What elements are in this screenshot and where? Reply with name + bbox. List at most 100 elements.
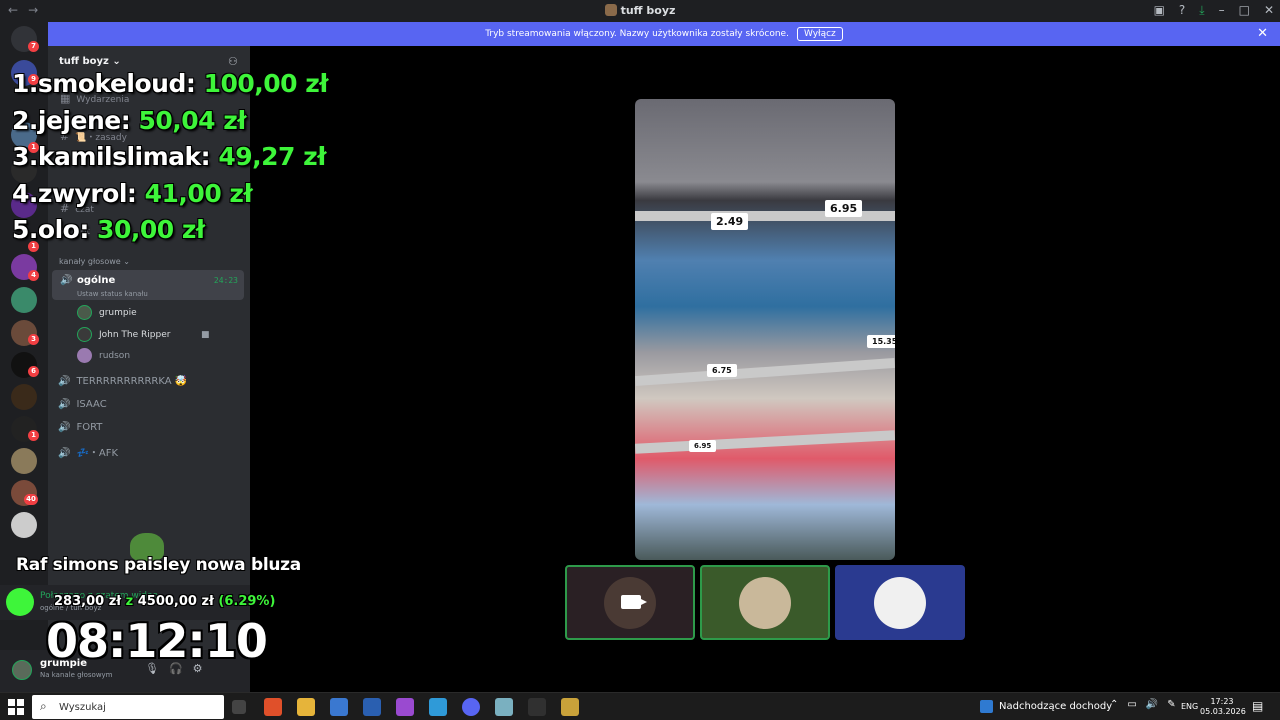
leaderboard-row: 5.olo: 30,00 zł — [12, 212, 328, 249]
language-indicator[interactable]: ENG — [1181, 702, 1198, 711]
voice-channel[interactable]: 🔊 FORT — [58, 422, 102, 433]
leaderboard-row: 2.jejene: 50,04 zł — [12, 103, 328, 140]
rank: 5. — [12, 215, 38, 244]
taskbar-app-icon[interactable] — [561, 698, 579, 716]
server-icon[interactable] — [11, 287, 37, 313]
voice-channel[interactable]: 🔊 ISAAC — [58, 399, 107, 410]
pen-icon[interactable]: ✎ — [1167, 699, 1175, 710]
leaderboard-row: 3.kamilslimak: 49,27 zł — [12, 139, 328, 176]
user-name: grumpie — [99, 307, 137, 318]
voice-user[interactable]: grumpie — [77, 305, 137, 320]
goal-title: Raf simons paisley nowa bluza — [16, 555, 301, 575]
taskbar-app-icon[interactable] — [396, 698, 414, 716]
donor: olo: — [37, 215, 89, 244]
price-tag: 6.95 — [689, 440, 717, 452]
badge: 1 — [28, 430, 39, 441]
video-tile[interactable] — [565, 565, 695, 640]
search-placeholder: Wyszukaj — [59, 702, 106, 713]
notification-icon[interactable]: ▤ — [1252, 699, 1263, 713]
window-title-text: tuff boyz — [620, 4, 676, 17]
minimize-icon[interactable]: – — [1219, 3, 1225, 18]
taskbar-app-icon[interactable] — [264, 698, 282, 716]
windows-taskbar: ⌕ Wyszukaj Nadchodzące dochody ⌃ ▭ 🔊 ✎ E… — [0, 692, 1280, 720]
connection-icon — [6, 588, 34, 616]
volume-icon[interactable]: 🔊 — [1146, 699, 1158, 710]
rank: 1. — [12, 69, 38, 98]
badge: 40 — [24, 494, 38, 505]
badge: 3 — [28, 334, 39, 345]
taskbar-app-icon[interactable] — [495, 698, 513, 716]
donor: jejene: — [37, 105, 131, 135]
speaker-icon: 🔊 — [58, 448, 71, 459]
avatar — [77, 327, 92, 342]
taskbar-app-icon[interactable] — [363, 698, 381, 716]
close-banner-icon[interactable]: ✕ — [1257, 26, 1268, 41]
donor: zwyrol: — [37, 178, 137, 208]
news-text: Nadchodzące dochody — [999, 701, 1113, 712]
amount: 41,00 zł — [144, 178, 253, 208]
taskbar-clock[interactable]: 17:23 05.03.2026 — [1200, 697, 1246, 717]
donor: kamilslimak: — [37, 142, 211, 171]
donor: smokeloud: — [37, 69, 196, 98]
user-panel-status: Na kanale głosowym — [40, 671, 113, 679]
goal-progress: 283,00 zł z 4500,00 zł (6.29%) — [54, 594, 275, 609]
voice-channel[interactable]: 🔊 TERRRRRRRRRRKA 🤯 — [58, 376, 187, 387]
camera-icon — [621, 595, 647, 609]
title-bar: ← → tuff boyz ▣ ? ⤓ – □ ✕ — [0, 0, 1280, 22]
price-tag: 15.35 — [867, 335, 895, 348]
badge: 6 — [28, 366, 39, 377]
news-widget[interactable]: Nadchodzące dochody — [980, 700, 1112, 713]
taskbar-app-icon[interactable] — [429, 698, 447, 716]
badge: 4 — [28, 270, 39, 281]
search-icon: ⌕ — [40, 699, 47, 713]
server-icon[interactable] — [11, 384, 37, 410]
channel-status[interactable]: Ustaw status kanału — [77, 290, 148, 298]
voice-user[interactable]: rudson — [77, 348, 130, 363]
network-icon[interactable]: ▭ — [1127, 699, 1136, 710]
donation-leaderboard: 1.smokeloud: 100,00 zł 2.jejene: 50,04 z… — [12, 66, 329, 249]
windows-start-icon[interactable] — [8, 699, 24, 715]
server-icon[interactable] — [11, 448, 37, 474]
main-video-stream[interactable]: 2.49 6.95 15.35 6.75 6.95 — [635, 99, 895, 560]
inbox-icon[interactable]: ▣ — [1154, 3, 1165, 18]
task-view-icon[interactable] — [232, 700, 246, 714]
help-icon[interactable]: ? — [1179, 3, 1185, 18]
maximize-icon[interactable]: □ — [1239, 3, 1250, 18]
amount: 100,00 zł — [203, 69, 329, 98]
speaker-icon: 🔊 — [58, 422, 71, 433]
rank: 2. — [12, 105, 38, 135]
banner-text: Tryb streamowania włączony. Nazwy użytko… — [485, 29, 789, 39]
shelf — [635, 357, 895, 387]
taskbar-app-icon[interactable] — [330, 698, 348, 716]
video-tile[interactable] — [835, 565, 965, 640]
amount: 49,27 zł — [218, 142, 326, 171]
server-icon[interactable] — [11, 512, 37, 538]
window-controls: ▣ ? ⤓ – □ ✕ — [1154, 3, 1274, 18]
taskbar-app-icon[interactable] — [462, 698, 480, 716]
video-tile[interactable] — [700, 565, 830, 640]
avatar — [77, 305, 92, 320]
badge: 7 — [28, 41, 39, 52]
speaker-icon: 🔊 — [58, 399, 71, 410]
active-voice-channel[interactable]: 🔊 ogólne 24:23 Ustaw status kanału — [52, 270, 244, 300]
voice-user[interactable]: John The Ripper ■ — [77, 327, 210, 342]
rank: 4. — [12, 178, 38, 208]
system-tray: ⌃ ▭ 🔊 ✎ — [1110, 699, 1176, 710]
user-name: John The Ripper — [99, 329, 171, 340]
amount: 30,00 zł — [97, 215, 205, 244]
goal-current: 283,00 zł — [54, 594, 122, 609]
disable-streamer-mode-button[interactable]: Wyłącz — [796, 27, 843, 41]
taskbar-app-icon[interactable] — [297, 698, 315, 716]
shelf — [635, 430, 895, 454]
avatar[interactable] — [12, 660, 32, 680]
search-box[interactable]: ⌕ Wyszukaj — [32, 695, 224, 719]
voice-channel[interactable]: 🔊 💤・AFK — [58, 444, 118, 459]
rank: 3. — [12, 142, 38, 171]
taskbar-app-icon[interactable] — [528, 698, 546, 716]
window-title: tuff boyz — [0, 4, 1280, 17]
voice-category[interactable]: kanały głosowe ⌄ — [59, 257, 130, 266]
avatar — [77, 348, 92, 363]
chevron-up-icon[interactable]: ⌃ — [1110, 699, 1118, 710]
close-icon[interactable]: ✕ — [1264, 3, 1274, 18]
download-icon[interactable]: ⤓ — [1199, 3, 1204, 18]
